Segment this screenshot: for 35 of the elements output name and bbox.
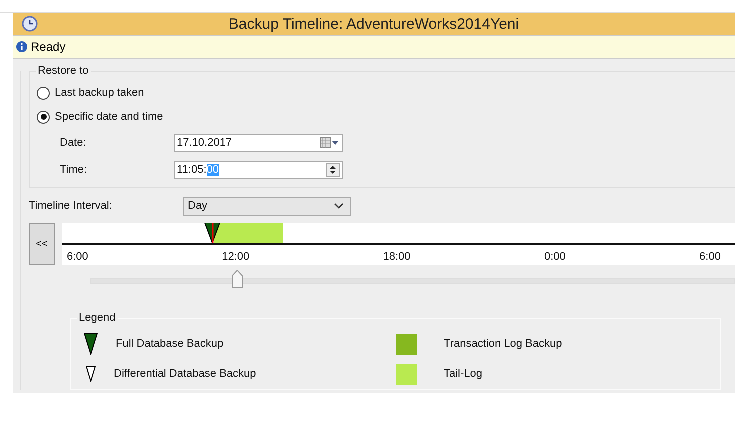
radio-option[interactable]: Specific date and time — [37, 105, 735, 129]
tail-log-bar — [214, 223, 283, 243]
triangle-icon — [84, 333, 98, 355]
date-label: Date: — [59, 136, 88, 148]
triangle-icon — [86, 366, 96, 382]
group-title: Restore to — [36, 65, 91, 77]
date-field[interactable]: 17.10.2017 — [174, 134, 343, 152]
info-icon — [16, 41, 28, 53]
tick-label: 12:00 — [222, 251, 250, 263]
slider-thumb[interactable] — [232, 270, 244, 288]
calendar-icon[interactable] — [320, 136, 340, 148]
radio-option[interactable]: Last backup taken — [37, 81, 735, 105]
legend-label: Differential Database Backup — [114, 368, 256, 380]
window-title: Backup Timeline: AdventureWorks2014Yeni — [228, 16, 520, 32]
legend-label: Tail-Log — [444, 368, 483, 380]
time-label: Time: — [59, 164, 88, 176]
status-text: Ready — [31, 40, 66, 54]
radio-label: Specific date and time — [55, 111, 164, 123]
chevron-down-icon — [334, 203, 344, 209]
radio-button[interactable] — [37, 86, 50, 100]
tick-label: 18:00 — [383, 251, 411, 263]
interval-dropdown[interactable]: Day — [183, 196, 351, 216]
legend-title: Legend — [77, 312, 118, 324]
clock-icon — [22, 16, 38, 32]
radio-button[interactable] — [37, 110, 50, 124]
back-button[interactable]: << — [29, 223, 55, 265]
interval-label: Timeline Interval: — [29, 200, 114, 212]
legend-label: Transaction Log Backup — [444, 338, 562, 350]
spinner-icon[interactable] — [326, 162, 340, 176]
legend-label: Full Database Backup — [116, 338, 224, 350]
radio-label: Last backup taken — [55, 87, 144, 99]
tick-label: 6:00 — [67, 251, 88, 263]
time-field[interactable]: 11:05:00 — [174, 160, 343, 178]
tick-label: 6:00 — [700, 251, 721, 263]
tick-label: 0:00 — [544, 251, 566, 263]
